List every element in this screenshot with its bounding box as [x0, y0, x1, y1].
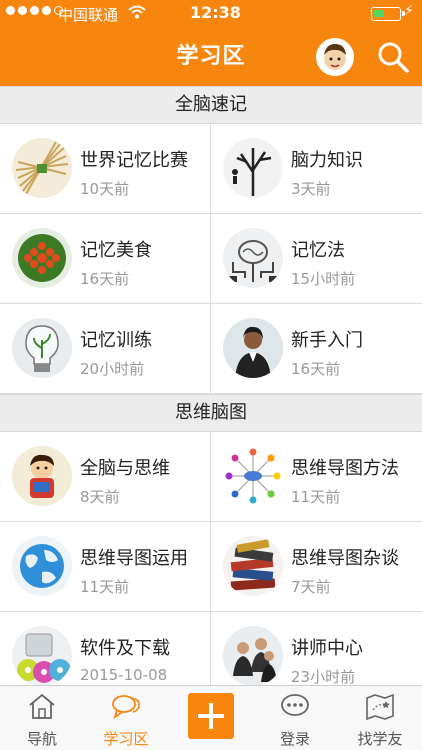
section-header-mind-map: 思维脑图 [0, 394, 422, 432]
item-time: 2015-10-08 [80, 666, 168, 684]
grid-row: 世界记忆比赛 10天前 脑力知识 3天前 [0, 124, 422, 214]
item-time: 16天前 [80, 270, 130, 288]
item-memory-training[interactable]: 记忆训练 20小时前 [0, 304, 211, 393]
item-whole-brain-thinking[interactable]: 全脑与思维 8天前 [0, 432, 211, 521]
tab-label: 找学友 [357, 730, 403, 748]
tab-study-area[interactable]: 学习区 [84, 686, 168, 750]
lightbulb-plant-icon [12, 318, 72, 378]
charging-icon: ⚡ [404, 3, 414, 19]
search-icon[interactable] [376, 40, 410, 74]
section-grid-quick-memory: 世界记忆比赛 10天前 脑力知识 3天前 记忆美食 16天前 记忆法 15小时前… [0, 124, 422, 394]
item-world-memory-contest[interactable]: 世界记忆比赛 10天前 [0, 124, 211, 213]
status-time: 12:38 [190, 3, 241, 22]
tree-silhouette-icon [223, 138, 283, 198]
item-time: 23小时前 [291, 668, 356, 686]
software-discs-icon [12, 626, 72, 686]
globe-icon [12, 536, 72, 596]
map-icon [366, 693, 394, 720]
item-time: 15小时前 [291, 270, 356, 288]
item-title: 软件及下载 [80, 638, 170, 659]
item-memory-food[interactable]: 记忆美食 16天前 [0, 214, 211, 303]
lecturers-icon [223, 626, 283, 686]
tab-navigation[interactable]: 导航 [0, 686, 84, 750]
status-bar: 中国联通 12:38 ⚡ [0, 0, 422, 28]
item-title: 新手入门 [291, 330, 363, 351]
cartoon-kid-icon [12, 446, 72, 506]
wheat-bundle-icon [12, 138, 72, 198]
item-time: 10天前 [80, 180, 130, 198]
tomato-plate-icon [12, 228, 72, 288]
tab-label: 登录 [279, 730, 310, 748]
signal-strength [6, 6, 63, 15]
item-time: 11天前 [291, 488, 341, 506]
item-time: 8天前 [80, 488, 120, 506]
item-title: 思维导图运用 [80, 548, 188, 569]
home-icon [29, 693, 55, 719]
tab-label: 学习区 [103, 730, 149, 748]
top-bar: 中国联通 12:38 ⚡ 学习区 [0, 0, 422, 86]
tab-login[interactable]: 登录 [253, 686, 337, 750]
item-title: 脑力知识 [291, 150, 363, 171]
item-title: 全脑与思维 [80, 458, 170, 479]
item-title: 思维导图方法 [291, 458, 399, 479]
item-mind-map-talk[interactable]: 思维导图杂谈 7天前 [211, 522, 422, 611]
item-time: 7天前 [291, 578, 331, 596]
user-avatar[interactable] [316, 38, 354, 76]
item-title: 世界记忆比赛 [80, 150, 188, 171]
item-time: 3天前 [291, 180, 331, 198]
grid-row: 思维导图运用 11天前 思维导图杂谈 7天前 [0, 522, 422, 612]
brain-circuit-icon [223, 228, 283, 288]
item-title: 记忆美食 [80, 240, 152, 261]
item-time: 16天前 [291, 360, 341, 378]
section-header-quick-memory: 全脑速记 [0, 86, 422, 124]
grid-row: 全脑与思维 8天前 思维导图方法 11天前 [0, 432, 422, 522]
item-time: 20小时前 [80, 360, 145, 378]
item-beginner-guide[interactable]: 新手入门 16天前 [211, 304, 422, 393]
item-title: 讲师中心 [291, 638, 363, 659]
item-time: 11天前 [80, 578, 130, 596]
tab-label: 导航 [26, 730, 57, 748]
page-title: 学习区 [176, 44, 246, 69]
carrier-name: 中国联通 [58, 6, 119, 24]
plus-icon [188, 693, 234, 739]
item-mind-map-method[interactable]: 思维导图方法 11天前 [211, 432, 422, 521]
tab-find-classmates[interactable]: 找学友 [338, 686, 422, 750]
item-title: 记忆法 [291, 240, 345, 261]
book-stack-icon [223, 536, 283, 596]
grid-row: 记忆训练 20小时前 新手入门 16天前 [0, 304, 422, 394]
item-brain-knowledge[interactable]: 脑力知识 3天前 [211, 124, 422, 213]
businesswoman-icon [223, 318, 283, 378]
battery-icon [371, 7, 405, 21]
chat-icon [112, 695, 140, 720]
item-title: 记忆训练 [80, 330, 152, 351]
item-title: 思维导图杂谈 [291, 548, 399, 569]
wifi-icon [128, 5, 146, 19]
grid-row: 记忆美食 16天前 记忆法 15小时前 [0, 214, 422, 304]
mind-map-icon [223, 446, 283, 506]
item-mind-map-application[interactable]: 思维导图运用 11天前 [0, 522, 211, 611]
bottom-tab-bar: 导航 学习区 登录 找学友 [0, 685, 422, 750]
section-grid-mind-map: 全脑与思维 8天前 思维导图方法 11天前 思维导图运用 11天前 思维导图杂谈… [0, 432, 422, 702]
tab-add[interactable] [169, 686, 253, 750]
item-memory-method[interactable]: 记忆法 15小时前 [211, 214, 422, 303]
speech-dots-icon [281, 694, 309, 716]
